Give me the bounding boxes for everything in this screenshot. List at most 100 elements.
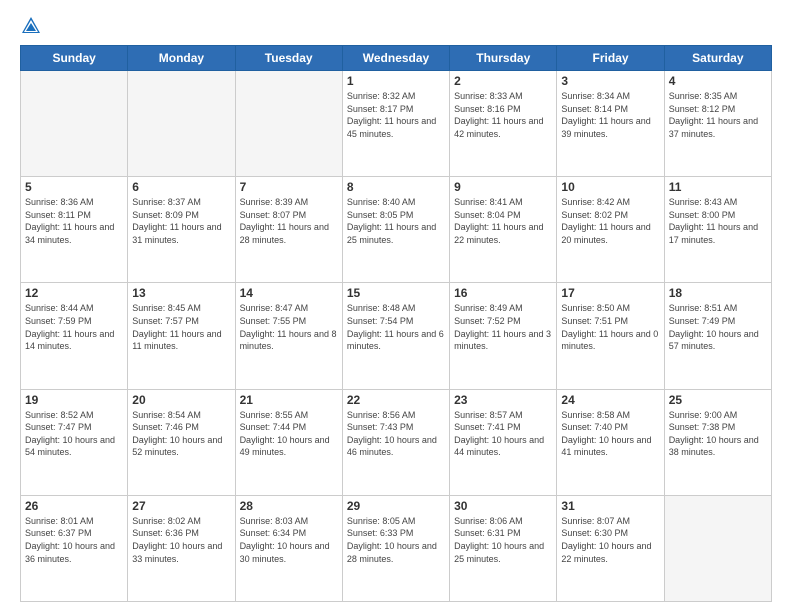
table-row: 7Sunrise: 8:39 AMSunset: 8:07 PMDaylight… — [235, 177, 342, 283]
sunset-text: Sunset: 8:11 PM — [25, 210, 91, 220]
day-number: 13 — [132, 286, 230, 300]
daylight-text: Daylight: 11 hours and 25 minutes. — [347, 222, 436, 245]
day-number: 24 — [561, 393, 659, 407]
table-row: 12Sunrise: 8:44 AMSunset: 7:59 PMDayligh… — [21, 283, 128, 389]
sunrise-text: Sunrise: 8:57 AM — [454, 410, 523, 420]
day-info: Sunrise: 8:35 AMSunset: 8:12 PMDaylight:… — [669, 90, 767, 140]
sunset-text: Sunset: 8:17 PM — [347, 104, 414, 114]
sunset-text: Sunset: 6:33 PM — [347, 528, 414, 538]
day-number: 26 — [25, 499, 123, 513]
daylight-text: Daylight: 10 hours and 57 minutes. — [669, 329, 759, 352]
day-info: Sunrise: 8:42 AMSunset: 8:02 PMDaylight:… — [561, 196, 659, 246]
sunrise-text: Sunrise: 8:41 AM — [454, 197, 523, 207]
sunrise-text: Sunrise: 8:50 AM — [561, 303, 630, 313]
sunset-text: Sunset: 7:44 PM — [240, 422, 307, 432]
day-info: Sunrise: 8:48 AMSunset: 7:54 PMDaylight:… — [347, 302, 445, 352]
sunrise-text: Sunrise: 8:55 AM — [240, 410, 309, 420]
sunrise-text: Sunrise: 9:00 AM — [669, 410, 738, 420]
day-number: 11 — [669, 180, 767, 194]
sunset-text: Sunset: 7:38 PM — [669, 422, 736, 432]
table-row: 8Sunrise: 8:40 AMSunset: 8:05 PMDaylight… — [342, 177, 449, 283]
sunrise-text: Sunrise: 8:48 AM — [347, 303, 416, 313]
daylight-text: Daylight: 10 hours and 41 minutes. — [561, 435, 651, 458]
daylight-text: Daylight: 11 hours and 28 minutes. — [240, 222, 329, 245]
table-row: 30Sunrise: 8:06 AMSunset: 6:31 PMDayligh… — [450, 495, 557, 601]
calendar-week-row: 19Sunrise: 8:52 AMSunset: 7:47 PMDayligh… — [21, 389, 772, 495]
table-row: 6Sunrise: 8:37 AMSunset: 8:09 PMDaylight… — [128, 177, 235, 283]
sunrise-text: Sunrise: 8:37 AM — [132, 197, 201, 207]
day-info: Sunrise: 9:00 AMSunset: 7:38 PMDaylight:… — [669, 409, 767, 459]
table-row: 13Sunrise: 8:45 AMSunset: 7:57 PMDayligh… — [128, 283, 235, 389]
daylight-text: Daylight: 10 hours and 44 minutes. — [454, 435, 544, 458]
header-sunday: Sunday — [21, 46, 128, 71]
day-info: Sunrise: 8:43 AMSunset: 8:00 PMDaylight:… — [669, 196, 767, 246]
day-info: Sunrise: 8:40 AMSunset: 8:05 PMDaylight:… — [347, 196, 445, 246]
table-row: 24Sunrise: 8:58 AMSunset: 7:40 PMDayligh… — [557, 389, 664, 495]
header-wednesday: Wednesday — [342, 46, 449, 71]
sunrise-text: Sunrise: 8:36 AM — [25, 197, 94, 207]
sunrise-text: Sunrise: 8:54 AM — [132, 410, 201, 420]
sunset-text: Sunset: 6:36 PM — [132, 528, 199, 538]
day-info: Sunrise: 8:34 AMSunset: 8:14 PMDaylight:… — [561, 90, 659, 140]
table-row: 14 Sunrise: 8:47 AMSunset: 7:55 PMDayligh… — [235, 283, 342, 389]
sunset-text: Sunset: 7:59 PM — [25, 316, 92, 326]
day-number: 1 — [347, 74, 445, 88]
sunset-text: Sunset: 8:12 PM — [669, 104, 736, 114]
sunset-text: Sunset: 8:07 PM — [240, 210, 307, 220]
sunset-text: Sunset: 7:51 PM — [561, 316, 628, 326]
day-number: 14 — [240, 286, 338, 300]
table-row: 17Sunrise: 8:50 AMSunset: 7:51 PMDayligh… — [557, 283, 664, 389]
table-row — [128, 71, 235, 177]
day-info: Sunrise: 8:41 AMSunset: 8:04 PMDaylight:… — [454, 196, 552, 246]
table-row — [664, 495, 771, 601]
day-info: Sunrise: 8:37 AMSunset: 8:09 PMDaylight:… — [132, 196, 230, 246]
sunset-text: Sunset: 8:00 PM — [669, 210, 736, 220]
sunset-text: Sunset: 7:40 PM — [561, 422, 628, 432]
day-number: 21 — [240, 393, 338, 407]
sunrise-text: Sunrise: 8:51 AM — [669, 303, 738, 313]
day-info: Sunrise: 8:51 AMSunset: 7:49 PMDaylight:… — [669, 302, 767, 352]
table-row — [235, 71, 342, 177]
day-number: 19 — [25, 393, 123, 407]
sunrise-text: Sunrise: 8:03 AM — [240, 516, 309, 526]
table-row: 3 Sunrise: 8:34 AMSunset: 8:14 PMDaylight… — [557, 71, 664, 177]
sunrise-text: Sunrise: 8:39 AM — [240, 197, 309, 207]
day-number: 6 — [132, 180, 230, 194]
daylight-text: Daylight: 11 hours and 20 minutes. — [561, 222, 650, 245]
day-number: 27 — [132, 499, 230, 513]
day-info: Sunrise: 8:57 AMSunset: 7:41 PMDaylight:… — [454, 409, 552, 459]
sunset-text: Sunset: 8:05 PM — [347, 210, 414, 220]
day-number: 9 — [454, 180, 552, 194]
sunrise-text: Sunrise: 8:02 AM — [132, 516, 201, 526]
sunset-text: Sunset: 6:30 PM — [561, 528, 628, 538]
table-row: 25Sunrise: 9:00 AMSunset: 7:38 PMDayligh… — [664, 389, 771, 495]
daylight-text: Daylight: 11 hours and 0 minutes. — [561, 329, 658, 352]
sunset-text: Sunset: 7:43 PM — [347, 422, 414, 432]
day-number: 29 — [347, 499, 445, 513]
table-row: 19Sunrise: 8:52 AMSunset: 7:47 PMDayligh… — [21, 389, 128, 495]
header-saturday: Saturday — [664, 46, 771, 71]
sunset-text: Sunset: 7:52 PM — [454, 316, 521, 326]
sunset-text: Sunset: 7:54 PM — [347, 316, 414, 326]
table-row: 2Sunrise: 8:33 AMSunset: 8:16 PMDaylight… — [450, 71, 557, 177]
day-info: Sunrise: 8:56 AMSunset: 7:43 PMDaylight:… — [347, 409, 445, 459]
table-row: 18Sunrise: 8:51 AMSunset: 7:49 PMDayligh… — [664, 283, 771, 389]
header-tuesday: Tuesday — [235, 46, 342, 71]
sunset-text: Sunset: 8:09 PM — [132, 210, 199, 220]
header-thursday: Thursday — [450, 46, 557, 71]
day-info: Sunrise: 8:01 AMSunset: 6:37 PMDaylight:… — [25, 515, 123, 565]
table-row: 5Sunrise: 8:36 AMSunset: 8:11 PMDaylight… — [21, 177, 128, 283]
sunset-text: Sunset: 7:57 PM — [132, 316, 199, 326]
day-number: 3 — [561, 74, 659, 88]
sunset-text: Sunset: 6:34 PM — [240, 528, 307, 538]
sunrise-text: Sunrise: 8:01 AM — [25, 516, 94, 526]
sunrise-text: Sunrise: 8:43 AM — [669, 197, 738, 207]
daylight-text: Daylight: 10 hours and 25 minutes. — [454, 541, 544, 564]
day-info: Sunrise: 8:47 AMSunset: 7:55 PMDaylight:… — [240, 302, 338, 352]
logo-icon — [20, 15, 42, 37]
daylight-text: Daylight: 11 hours and 14 minutes. — [25, 329, 114, 352]
day-number: 20 — [132, 393, 230, 407]
page: Sunday Monday Tuesday Wednesday Thursday… — [0, 0, 792, 612]
daylight-text: Daylight: 10 hours and 22 minutes. — [561, 541, 651, 564]
table-row: 26 Sunrise: 8:01 AMSunset: 6:37 PMDayligh… — [21, 495, 128, 601]
